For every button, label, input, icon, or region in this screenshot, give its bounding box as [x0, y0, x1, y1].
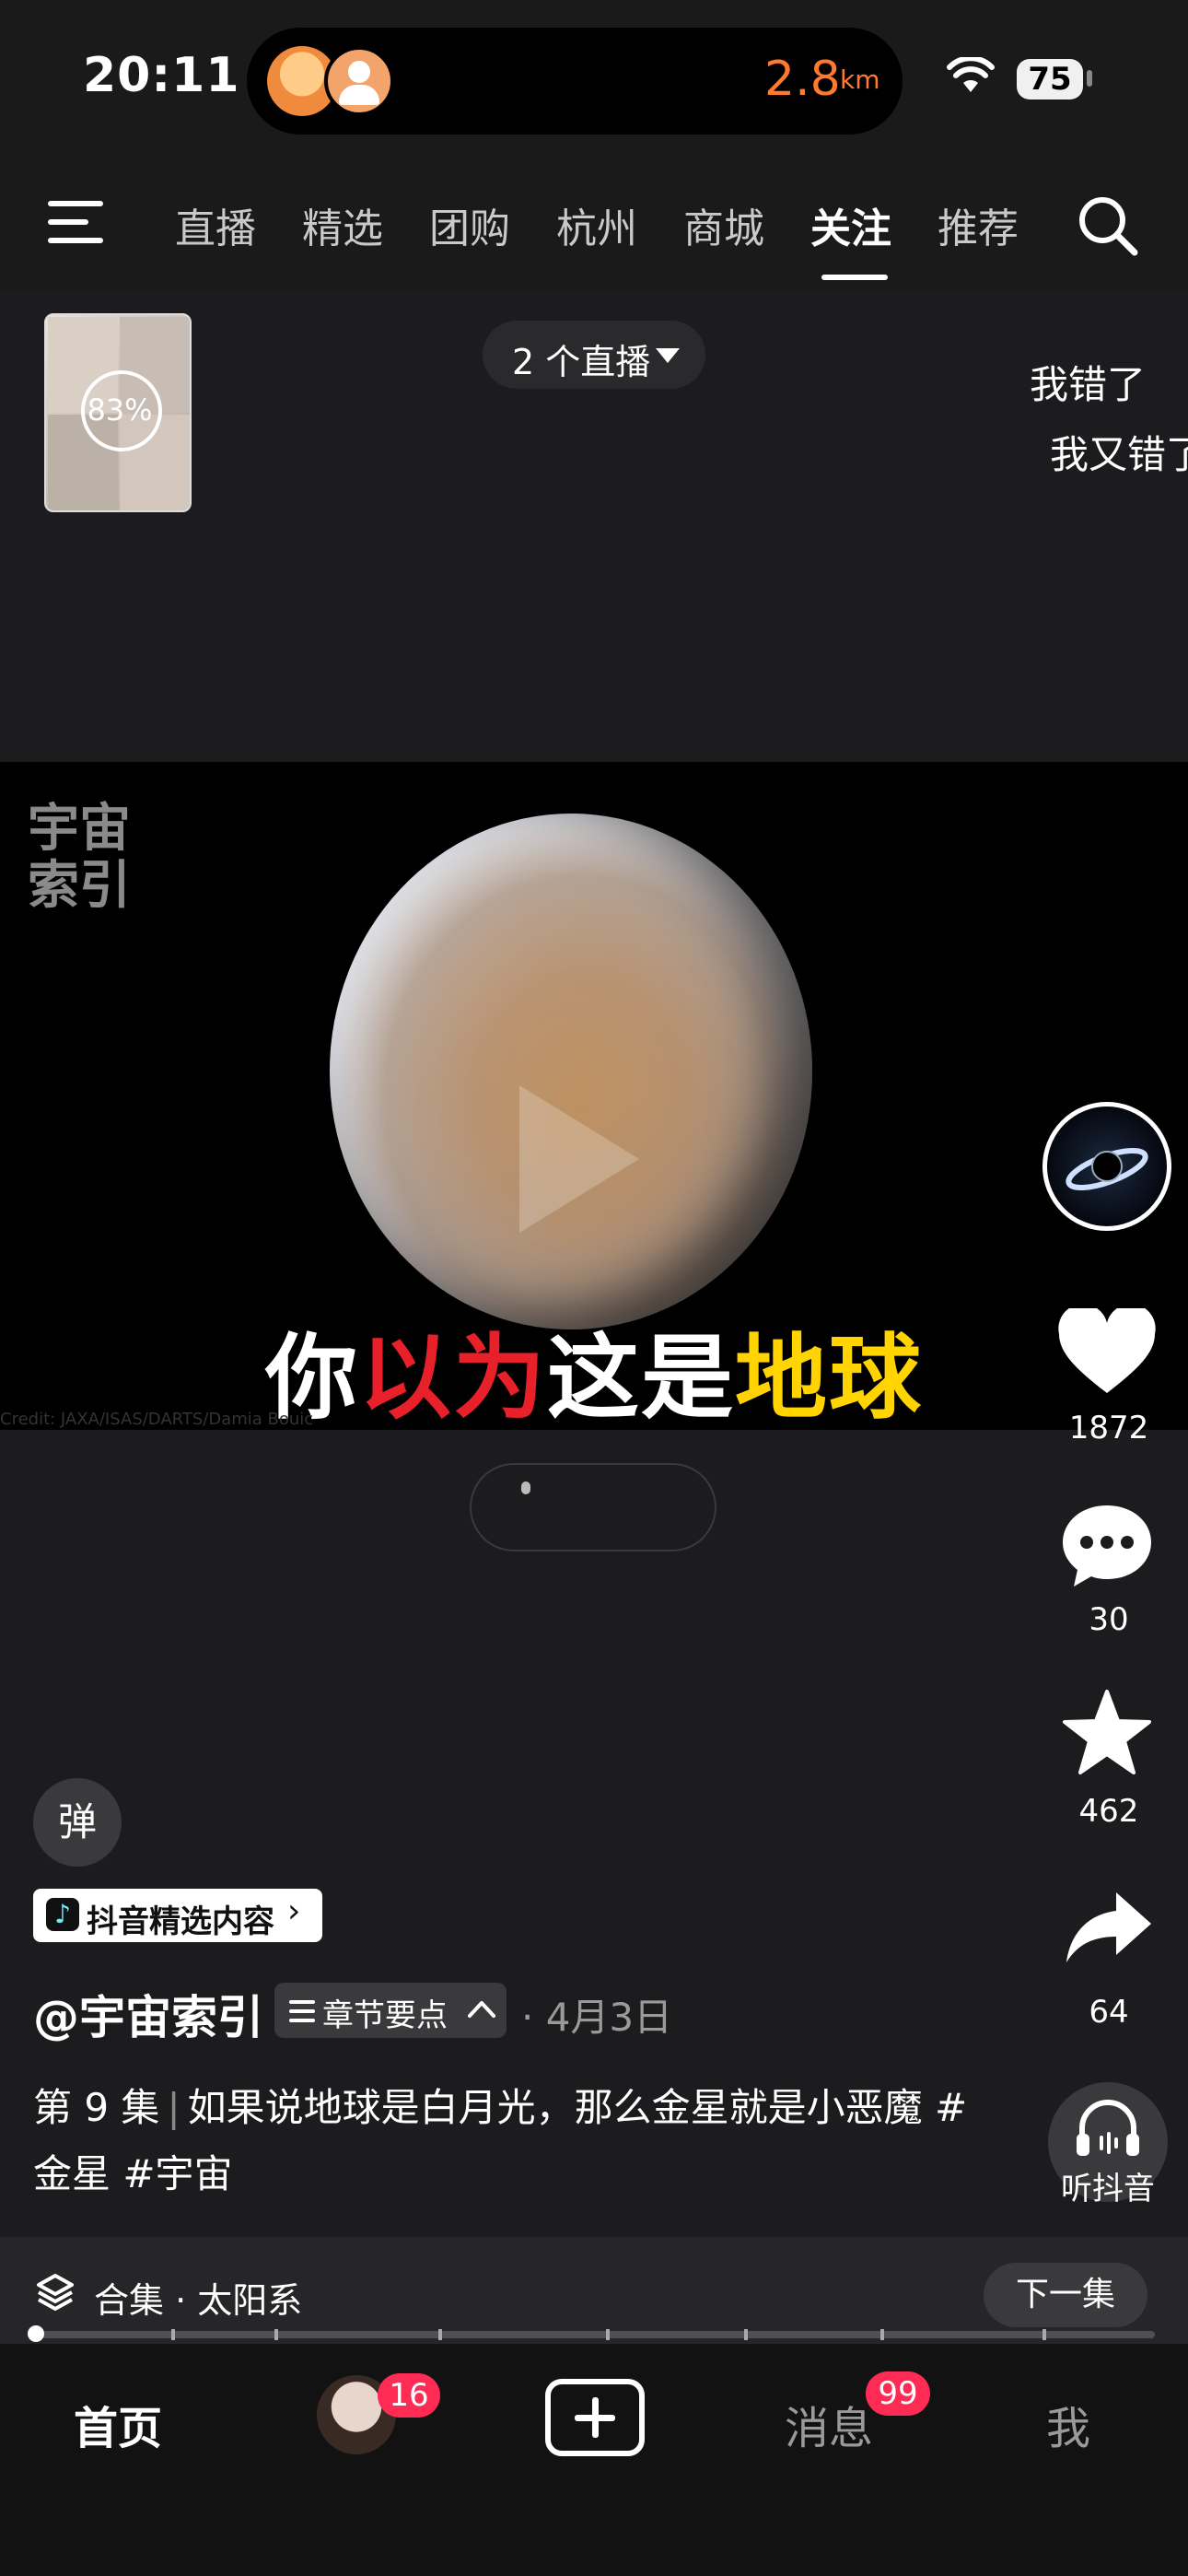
- tab-me[interactable]: 我: [1046, 2392, 1090, 2456]
- chapter-tick: [171, 2329, 175, 2340]
- search-icon[interactable]: [1076, 193, 1140, 262]
- tab-following[interactable]: 关注: [810, 195, 891, 254]
- subtitle-part-yellow: 地球: [735, 1324, 923, 1432]
- subtitle-part: 这是: [547, 1324, 735, 1432]
- live-progress-percent: 83%: [87, 392, 153, 427]
- tab-city[interactable]: 杭州: [556, 195, 637, 254]
- next-episode-button[interactable]: 下一集: [984, 2263, 1147, 2327]
- share-icon[interactable]: [1065, 1889, 1153, 1970]
- tab-live[interactable]: 直播: [175, 195, 256, 254]
- active-tab-indicator: [821, 275, 888, 280]
- caret-down-icon: [656, 348, 680, 363]
- tab-featured[interactable]: 精选: [302, 195, 383, 254]
- chapter-tick: [438, 2329, 442, 2340]
- creator-avatar[interactable]: [1042, 1102, 1171, 1231]
- create-button[interactable]: [545, 2379, 645, 2456]
- ride-distance-unit: km: [840, 64, 880, 95]
- tab-group-buy[interactable]: 团购: [429, 195, 510, 254]
- messages-badge: 99: [866, 2371, 930, 2416]
- danmu-toggle-button[interactable]: 弹: [33, 1778, 122, 1867]
- live-count-label: 2 个直播: [512, 342, 651, 382]
- video-frame-planet: [330, 814, 812, 1329]
- battery-tip: [1087, 70, 1092, 87]
- collection-label[interactable]: 合集 · 太阳系: [94, 2272, 302, 2323]
- chapter-tick: [1042, 2329, 1046, 2340]
- episode-label: 第 9 集: [33, 2085, 160, 2130]
- progress-track[interactable]: [33, 2331, 1155, 2338]
- menu-icon[interactable]: [48, 201, 107, 245]
- share-count: 64: [1089, 1994, 1129, 2031]
- list-icon: [287, 1997, 317, 2029]
- chapter-tick: [880, 2329, 884, 2340]
- douyin-note-icon: ♪: [46, 1898, 79, 1931]
- tab-mall[interactable]: 商城: [683, 195, 764, 254]
- tab-home[interactable]: 首页: [74, 2392, 162, 2456]
- play-icon[interactable]: [519, 1085, 639, 1233]
- loading-dot: [521, 1481, 530, 1494]
- chevron-right-icon: ›: [287, 1892, 301, 1930]
- video-credit: Credit: JAXA/ISAS/DARTS/Damia Bouic: [0, 1410, 314, 1429]
- post-date: · 4月3日: [521, 1995, 673, 2040]
- comment-icon[interactable]: [1061, 1502, 1153, 1594]
- comment-count: 30: [1089, 1601, 1129, 1638]
- status-time: 20:11: [83, 48, 240, 103]
- subtitle-part-red: 以为: [359, 1324, 547, 1432]
- battery-icon: 75: [1017, 59, 1083, 100]
- chapter-tick: [744, 2329, 748, 2340]
- video-description: 第 9 集 | 如果说地球是白月光，那么金星就是小恶魔 #金星 #宇宙: [33, 2085, 968, 2196]
- author-name[interactable]: @宇宙索引: [33, 1981, 263, 2047]
- chapter-points-label: 章节要点: [322, 1997, 448, 2034]
- loading-indicator: [470, 1463, 716, 1551]
- danmu-comment: 我又错了: [1050, 432, 1188, 477]
- chevron-up-icon: [466, 1997, 497, 2025]
- chapter-tick: [274, 2329, 278, 2340]
- island-avatar-person-icon: [324, 46, 394, 116]
- tab-messages[interactable]: 消息: [785, 2392, 873, 2456]
- featured-content-label: 抖音精选内容: [87, 1903, 274, 1940]
- listen-label[interactable]: 听抖音: [1030, 2163, 1186, 2208]
- favorite-count: 462: [1078, 1793, 1139, 1830]
- friends-badge: 16: [378, 2373, 440, 2418]
- progress-knob[interactable]: [28, 2325, 44, 2342]
- heart-icon[interactable]: [1057, 1304, 1157, 1400]
- star-icon[interactable]: [1061, 1688, 1153, 1780]
- ride-distance: 2.8: [764, 52, 841, 107]
- like-count: 1872: [1068, 1410, 1149, 1446]
- tab-recommend[interactable]: 推荐: [938, 195, 1019, 254]
- chapter-tick: [606, 2329, 610, 2340]
- channel-watermark: 宇宙索引: [28, 798, 131, 916]
- danmu-comment: 我错了: [1030, 362, 1147, 407]
- wifi-icon: [947, 55, 995, 98]
- layers-icon: [35, 2272, 76, 2316]
